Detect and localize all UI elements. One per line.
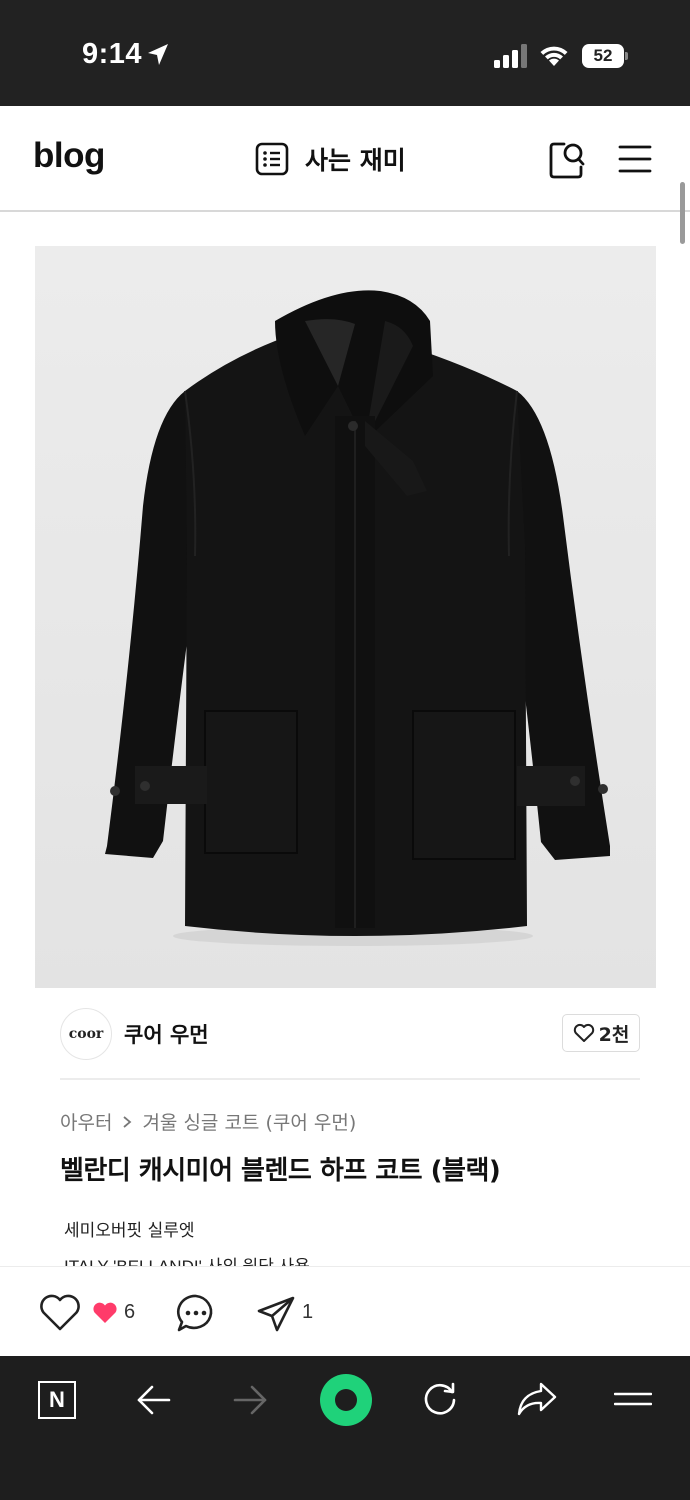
cellular-signal-icon [494, 44, 527, 68]
green-dot-button[interactable] [320, 1374, 372, 1426]
product-title: 벨란디 캐시미어 블렌드 하프 코트 (블랙) [60, 1156, 501, 1186]
blog-logo[interactable]: blog [33, 136, 105, 176]
comment-icon[interactable] [176, 1293, 216, 1333]
brand-logo[interactable]: coor [60, 1008, 112, 1060]
brand-row: coor 쿠어 우먼 2천 [60, 1006, 640, 1080]
description-line: ITALY 'BELLANDI' 사의 원단 사용 [64, 1252, 310, 1266]
wifi-icon [540, 46, 568, 66]
share-arrow-icon[interactable] [516, 1381, 558, 1417]
post-action-bar: 6 1 [0, 1266, 690, 1356]
category-selector[interactable]: 사는 재미 [255, 140, 406, 178]
send-icon[interactable] [256, 1295, 296, 1333]
chevron-right-icon [123, 1115, 132, 1128]
breadcrumb: 아우터 겨울 싱글 코트 (쿠어 우먼) [60, 1108, 356, 1135]
location-arrow-icon [148, 44, 168, 65]
filled-heart-icon [93, 1302, 117, 1323]
like-count: 6 [124, 1301, 136, 1323]
coat-illustration [35, 246, 656, 988]
search-icon[interactable] [548, 140, 586, 180]
reload-icon[interactable] [421, 1381, 459, 1419]
like-heart-icon[interactable] [38, 1293, 82, 1333]
brand-name[interactable]: 쿠어 우먼 [124, 1019, 209, 1049]
forward-arrow-icon[interactable] [232, 1384, 268, 1416]
brand-like-count: 2천 [598, 1023, 630, 1046]
brand-like-button[interactable]: 2천 [562, 1014, 640, 1052]
hamburger-menu-icon[interactable] [618, 144, 652, 174]
browser-toolbar: N [0, 1356, 690, 1500]
browser-menu-icon[interactable] [614, 1386, 652, 1412]
breadcrumb-item[interactable]: 겨울 싱글 코트 (쿠어 우먼) [142, 1108, 356, 1135]
list-icon [255, 142, 289, 176]
category-label: 사는 재미 [305, 146, 406, 175]
share-count: 1 [302, 1301, 314, 1323]
naver-home-button[interactable]: N [38, 1381, 76, 1419]
back-arrow-icon[interactable] [136, 1384, 172, 1416]
scrollbar-thumb[interactable] [680, 182, 685, 244]
status-bar: 9:14 52 [0, 0, 690, 106]
breadcrumb-item[interactable]: 아우터 [60, 1108, 112, 1135]
description-line-clipped: ITALY 'BELLANDI' 사의 원단 사용 [64, 1252, 464, 1266]
product-image[interactable] [35, 246, 656, 988]
app-header: blog 사는 재미 [0, 106, 690, 212]
heart-outline-icon [573, 1023, 594, 1042]
battery-icon: 52 [582, 44, 628, 68]
description-line: 세미오버핏 실루엣 [64, 1221, 195, 1241]
battery-level: 52 [582, 44, 624, 68]
status-time: 9:14 [82, 38, 143, 70]
